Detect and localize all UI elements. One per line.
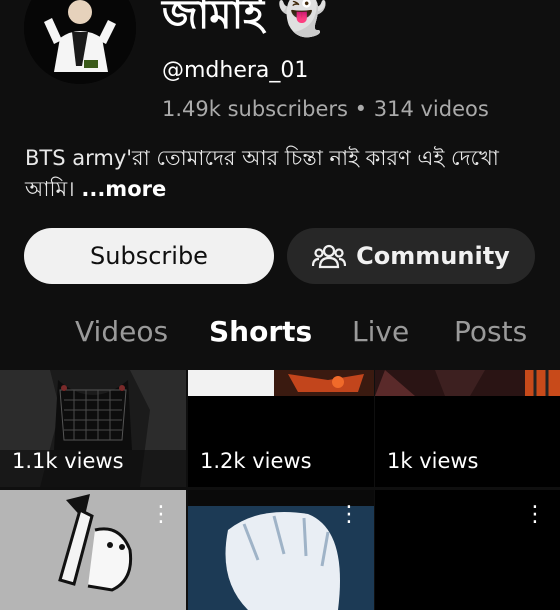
short-views: 1k views <box>387 449 479 473</box>
short-tile[interactable]: ⋮ <box>375 490 560 610</box>
subscribe-button[interactable]: Subscribe <box>24 228 274 284</box>
tab-live[interactable]: Live <box>352 312 409 352</box>
more-vert-icon[interactable]: ⋮ <box>150 504 172 526</box>
community-label: Community <box>356 242 510 270</box>
channel-avatar[interactable] <box>24 0 136 84</box>
short-views: 1.1k views <box>12 449 124 473</box>
short-tile[interactable]: 1.2k views <box>188 370 374 487</box>
more-vert-icon[interactable]: ⋮ <box>338 504 360 526</box>
subscriber-count: 1.49k subscribers <box>162 97 348 121</box>
tab-posts[interactable]: Posts <box>454 312 527 352</box>
avatar-image <box>24 0 136 84</box>
channel-name: জামাই 👻 <box>162 0 328 38</box>
short-views: 1.2k views <box>200 449 312 473</box>
stats-separator: • <box>354 97 368 121</box>
channel-description[interactable]: BTS army'রা তোমাদের আর চিন্তা নাই কারণ এ… <box>25 143 535 205</box>
more-vert-icon[interactable]: ⋮ <box>524 504 546 526</box>
subscribe-label: Subscribe <box>90 242 208 270</box>
channel-handle: @mdhera_01 <box>162 58 309 83</box>
short-tile[interactable]: ⋮ <box>188 490 374 610</box>
channel-tabs: e Videos Shorts Live Posts <box>0 306 560 368</box>
short-tile[interactable]: 1.1k views <box>0 370 186 487</box>
short-tile[interactable]: 1k views <box>375 370 560 487</box>
short-tile[interactable]: ⋮ <box>0 490 186 610</box>
people-group-icon <box>312 244 347 269</box>
tab-videos[interactable]: Videos <box>75 312 168 352</box>
more-link[interactable]: ...more <box>81 177 166 201</box>
community-button[interactable]: Community <box>287 228 535 284</box>
channel-stats: 1.49k subscribers • 314 videos <box>162 94 489 124</box>
tab-shorts[interactable]: Shorts <box>209 312 312 352</box>
video-count: 314 videos <box>373 97 489 121</box>
